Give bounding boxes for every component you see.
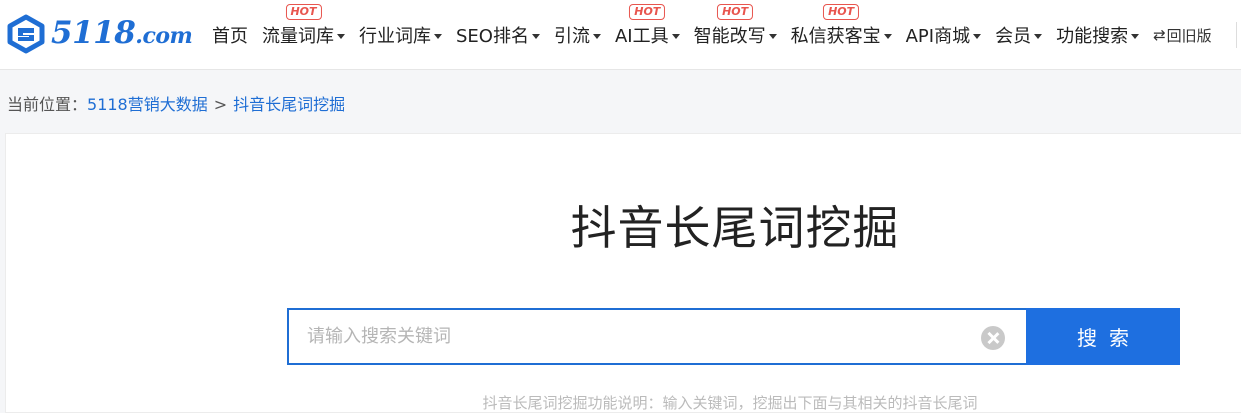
- nav-label: 引流: [553, 26, 590, 47]
- caret-down-icon: [883, 33, 892, 39]
- nav-item-feature-search[interactable]: 功能搜索: [1056, 0, 1140, 70]
- nav-item-traffic[interactable]: 引流: [554, 0, 601, 70]
- brand-number: 5118: [51, 14, 136, 51]
- brand-logo[interactable]: 5118.com: [4, 13, 193, 56]
- caret-down-icon: [768, 33, 777, 39]
- caret-down-icon: [337, 33, 345, 39]
- brand-domain-suffix: .com: [135, 22, 193, 49]
- nav-divider: [1236, 22, 1237, 48]
- caret-down-icon: [671, 33, 680, 39]
- nav-item-api-store[interactable]: API商城: [905, 0, 982, 70]
- nav-label: 智能改写: [693, 26, 766, 47]
- nav-label: 功能搜索: [1056, 26, 1129, 47]
- main-nav: 首页 HOT 流量词库 行业词库 SEO排名 引流 HOT AI工具 HOT 智…: [212, 0, 1212, 70]
- hot-badge: HOT: [717, 4, 754, 20]
- nav-item-home[interactable]: 首页: [212, 0, 248, 70]
- breadcrumb-link-current[interactable]: 抖音长尾词挖掘: [233, 95, 345, 114]
- nav-item-seo-ranking[interactable]: SEO排名: [456, 0, 540, 70]
- nav-item-smart-rewrite[interactable]: HOT 智能改写: [694, 0, 777, 70]
- search-box: [287, 308, 1027, 365]
- nav-item-traffic-words[interactable]: HOT 流量词库: [262, 0, 345, 70]
- nav-item-industry-words[interactable]: 行业词库: [359, 0, 442, 70]
- breadcrumb-separator: >: [213, 95, 228, 114]
- nav-label: SEO排名: [456, 26, 529, 47]
- caret-down-icon: [1034, 33, 1043, 39]
- caret-down-icon: [592, 33, 601, 39]
- hot-badge: HOT: [823, 4, 860, 20]
- feature-hint: 抖音长尾词挖掘功能说明：输入关键词，挖掘出下面与其相关的抖音长尾词: [482, 394, 978, 412]
- nav-label: 行业词库: [359, 26, 431, 47]
- old-version-link[interactable]: ⇄ 回旧版: [1153, 0, 1212, 70]
- top-navbar: 5118.com 首页 HOT 流量词库 行业词库 SEO排名 引流 HOT A…: [0, 0, 1241, 70]
- nav-label: 流量词库: [262, 26, 334, 47]
- hot-badge: HOT: [285, 4, 322, 20]
- nav-label: 首页: [212, 26, 248, 47]
- nav-label: AI工具: [614, 26, 669, 47]
- brand-name: 5118.com: [51, 13, 193, 56]
- 5118-logo-icon: [7, 14, 45, 54]
- breadcrumb-prefix: 当前位置：: [7, 95, 88, 114]
- clear-icon[interactable]: [981, 326, 1005, 350]
- caret-down-icon: [973, 33, 982, 39]
- nav-label: 私信获客宝: [790, 26, 881, 47]
- old-version-label: 回旧版: [1166, 26, 1212, 45]
- caret-down-icon: [1131, 33, 1140, 39]
- swap-icon: ⇄: [1153, 26, 1166, 44]
- main-card: [5, 133, 1241, 413]
- search-input[interactable]: [289, 310, 1027, 363]
- breadcrumb-link-parent[interactable]: 5118营销大数据: [87, 95, 208, 114]
- nav-label: 会员: [995, 26, 1032, 47]
- search-button[interactable]: 搜索: [1026, 308, 1180, 365]
- page-title: 抖音长尾词挖掘: [570, 201, 900, 255]
- caret-down-icon: [434, 33, 442, 39]
- nav-item-ai-tools[interactable]: HOT AI工具: [615, 0, 680, 70]
- hot-badge: HOT: [629, 4, 666, 20]
- breadcrumb: 当前位置：5118营销大数据 > 抖音长尾词挖掘: [7, 91, 345, 115]
- caret-down-icon: [531, 33, 540, 39]
- nav-item-membership[interactable]: 会员: [995, 0, 1043, 70]
- nav-label: API商城: [905, 26, 971, 47]
- nav-item-dm-leads[interactable]: HOT 私信获客宝: [791, 0, 892, 70]
